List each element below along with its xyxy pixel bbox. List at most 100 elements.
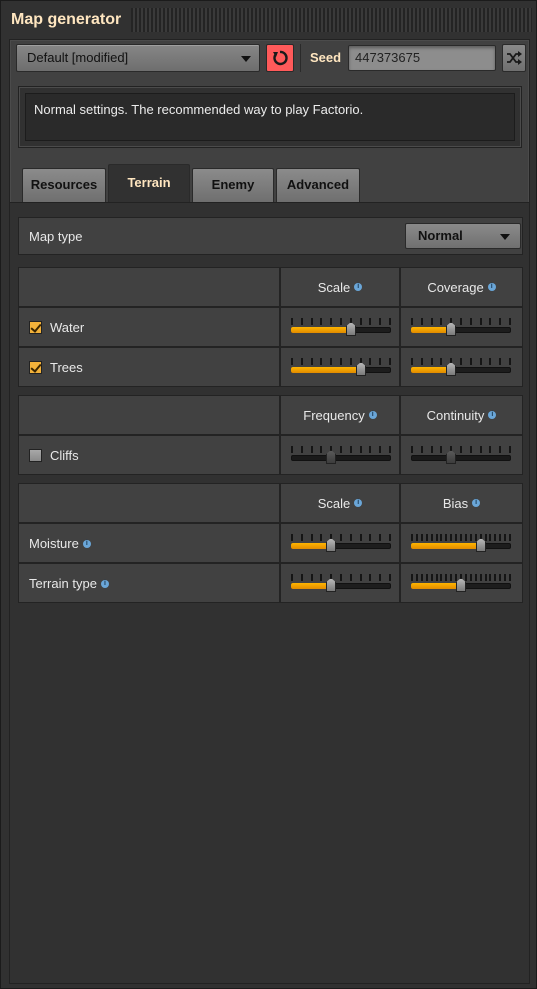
water-toggle[interactable]: Water: [29, 320, 84, 335]
terrain-type-bias-slider[interactable]: [411, 574, 511, 594]
info-icon[interactable]: i: [100, 579, 109, 588]
water-trees-table: Scale i Coverage i Water Trees: [18, 267, 523, 387]
trees-scale-cell: [280, 347, 400, 387]
moisture-bias-slider[interactable]: [411, 534, 511, 554]
terrain-type-scale-slider[interactable]: [291, 574, 391, 594]
reset-preset-button[interactable]: [266, 44, 294, 72]
continuity-header: Continuity i: [400, 395, 523, 435]
table-row: Trees: [18, 347, 523, 387]
trees-checkbox[interactable]: [29, 361, 42, 374]
tab-terrain[interactable]: Terrain: [108, 164, 190, 202]
slider-tick: [499, 574, 502, 581]
moisture-terrain-table: Scale i Bias i Moisture i Terrain type i: [18, 483, 523, 603]
slider-tick: [479, 358, 482, 365]
trees-scale-slider[interactable]: [291, 358, 391, 378]
trees-coverage-cell: [400, 347, 523, 387]
preset-description: Normal settings. The recommended way to …: [25, 93, 515, 141]
slider-tick: [291, 358, 293, 365]
slider-tick: [310, 574, 313, 581]
slider-tick: [340, 358, 342, 365]
slider-tick: [494, 534, 497, 541]
moisture-scale-slider[interactable]: [291, 534, 391, 554]
slider-tick: [469, 446, 472, 453]
info-icon[interactable]: i: [488, 411, 497, 419]
slider-tick: [411, 574, 413, 581]
info-icon[interactable]: i: [487, 283, 496, 291]
slider-tick: [330, 318, 333, 325]
preset-dropdown[interactable]: Default [modified]: [16, 44, 260, 72]
slider-tick: [300, 358, 303, 365]
slider-tick: [300, 534, 303, 541]
drag-handle[interactable]: [131, 8, 532, 32]
terrain-type-label: Terrain type: [29, 576, 97, 591]
seed-input[interactable]: 447373675: [348, 45, 496, 71]
slider-tick: [420, 358, 423, 365]
preset-seed-row: Default [modified] Seed 447373675: [16, 44, 526, 74]
slider-tick: [504, 574, 507, 581]
slider-tick: [291, 446, 293, 453]
slider-tick: [320, 574, 323, 581]
water-checkbox[interactable]: [29, 321, 42, 334]
slider-tick: [411, 534, 413, 541]
description-frame: Normal settings. The recommended way to …: [18, 86, 522, 148]
tab-advanced[interactable]: Advanced: [276, 168, 360, 202]
slider-tick: [469, 358, 472, 365]
cliffs-table: Frequency i Continuity i Cliffs: [18, 395, 523, 475]
table-header-row: Frequency i Continuity i: [18, 395, 523, 435]
shuffle-icon: [507, 51, 522, 65]
trees-coverage-slider[interactable]: [411, 358, 511, 378]
map-type-label: Map type: [29, 229, 83, 244]
slider-tick: [469, 534, 472, 541]
slider-tick: [445, 574, 448, 581]
empty-header-cell: [18, 483, 280, 523]
cliffs-continuity-slider[interactable]: [411, 446, 511, 466]
table-header-row: Scale i Bias i: [18, 483, 523, 523]
slider-fill: [291, 455, 331, 461]
tab-resources[interactable]: Resources: [22, 168, 106, 202]
slider-tick: [359, 534, 362, 541]
randomize-seed-button[interactable]: [502, 44, 526, 72]
map-type-dropdown[interactable]: Normal: [405, 223, 521, 249]
empty-header-cell: [18, 267, 280, 307]
info-icon[interactable]: i: [354, 499, 363, 507]
moisture-label: Moisture: [29, 536, 79, 551]
bias-header-label: Bias: [442, 495, 469, 511]
slider-fill: [411, 327, 451, 333]
slider-tick: [340, 446, 342, 453]
info-icon[interactable]: i: [82, 539, 91, 548]
slider-fill: [291, 543, 331, 549]
tab-enemy[interactable]: Enemy: [192, 168, 274, 202]
slider-tick: [310, 358, 313, 365]
slider-tick: [369, 534, 372, 541]
slider-tick: [389, 534, 391, 541]
cliffs-checkbox[interactable]: [29, 449, 42, 462]
info-icon[interactable]: i: [472, 499, 481, 507]
info-icon[interactable]: i: [354, 283, 363, 291]
cliffs-toggle[interactable]: Cliffs: [29, 448, 79, 463]
slider-tick: [300, 446, 303, 453]
cliffs-frequency-slider[interactable]: [291, 446, 391, 466]
water-coverage-slider[interactable]: [411, 318, 511, 338]
slider-tick: [411, 358, 413, 365]
water-label: Water: [50, 320, 85, 335]
slider-tick: [489, 318, 492, 325]
moisture-label-cell: Moisture i: [18, 523, 280, 563]
slider-tick: [509, 574, 511, 581]
slider-tick: [389, 318, 391, 325]
slider-tick: [310, 446, 313, 453]
slider-tick: [379, 534, 382, 541]
slider-tick: [320, 446, 323, 453]
slider-tick: [455, 574, 458, 581]
slider-tick: [479, 574, 482, 581]
slider-tick: [389, 358, 391, 365]
map-type-row: Map type Normal: [18, 217, 523, 255]
slider-tick: [320, 534, 323, 541]
trees-toggle[interactable]: Trees: [29, 360, 83, 375]
chevron-down-icon: [241, 56, 251, 62]
coverage-header: Coverage i: [400, 267, 523, 307]
info-icon[interactable]: i: [368, 411, 377, 419]
scale-header-label: Scale: [317, 279, 351, 295]
slider-tick: [379, 446, 382, 453]
slider-tick: [509, 318, 511, 325]
water-scale-slider[interactable]: [291, 318, 391, 338]
